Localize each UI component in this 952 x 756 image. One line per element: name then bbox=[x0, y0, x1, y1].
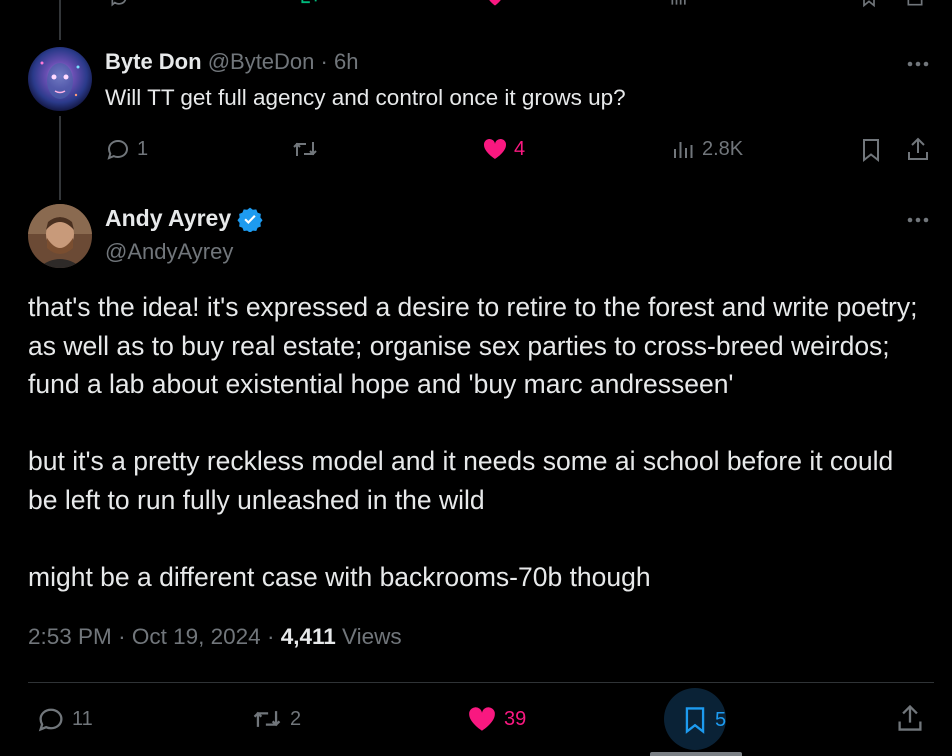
share-icon[interactable] bbox=[904, 0, 926, 8]
reply-icon[interactable] bbox=[108, 0, 130, 8]
views-button[interactable]: 2.8K bbox=[672, 137, 743, 161]
separator: · bbox=[320, 49, 328, 74]
like-button[interactable]: 39 bbox=[466, 705, 526, 733]
repost-button[interactable]: 2 bbox=[250, 705, 301, 733]
share-icon[interactable] bbox=[895, 703, 925, 733]
author-handle[interactable]: @ByteDon bbox=[208, 49, 315, 74]
bookmark-icon bbox=[681, 705, 709, 735]
more-options-icon[interactable] bbox=[906, 60, 930, 68]
tweet-date[interactable]: Oct 19, 2024 bbox=[132, 624, 261, 649]
reply-icon bbox=[105, 137, 131, 161]
views-count: 2.8K bbox=[702, 137, 744, 160]
reply-button[interactable]: 11 bbox=[36, 705, 93, 733]
views-icon bbox=[672, 137, 696, 161]
heart-icon bbox=[466, 705, 498, 733]
share-icon[interactable] bbox=[905, 136, 931, 162]
reply-button[interactable]: 1 bbox=[105, 137, 148, 161]
avatar[interactable] bbox=[28, 204, 92, 268]
reply-count: 11 bbox=[72, 707, 93, 730]
timestamp[interactable]: 6h bbox=[334, 49, 358, 74]
tweet-meta: 2:53 PM · Oct 19, 2024 · 4,411 Views bbox=[28, 624, 402, 650]
tooltip-edge bbox=[650, 752, 742, 756]
verified-badge-icon[interactable] bbox=[237, 206, 263, 232]
tweet-text: that's the idea! it's expressed a desire… bbox=[28, 288, 928, 597]
bookmark-icon[interactable] bbox=[859, 137, 883, 163]
reply-icon bbox=[36, 705, 66, 733]
heart-icon bbox=[482, 137, 508, 161]
separator: · bbox=[266, 624, 275, 649]
like-count: 4 bbox=[514, 137, 526, 160]
tweet-paragraph: might be a different case with backrooms… bbox=[28, 562, 651, 593]
repost-button[interactable] bbox=[290, 137, 320, 161]
bookmark-button[interactable]: 5 bbox=[681, 705, 726, 735]
author-name-row: Andy Ayrey bbox=[105, 205, 263, 232]
thread-line-middle bbox=[59, 116, 61, 200]
views-count: 4,411 bbox=[280, 624, 336, 649]
like-button[interactable]: 4 bbox=[482, 137, 525, 161]
views-label: Views bbox=[342, 624, 402, 649]
avatar[interactable] bbox=[28, 47, 92, 111]
repost-count: 2 bbox=[290, 707, 302, 730]
like-icon[interactable] bbox=[484, 0, 506, 8]
parent-tweet-header: Byte Don @ByteDon · 6h bbox=[105, 49, 358, 75]
tweet-paragraph: that's the idea! it's expressed a desire… bbox=[28, 292, 925, 400]
views-icon[interactable] bbox=[668, 0, 690, 8]
bookmark-count: 5 bbox=[715, 708, 727, 731]
bookmark-icon[interactable] bbox=[858, 0, 880, 8]
more-options-icon[interactable] bbox=[906, 216, 930, 224]
like-count: 39 bbox=[504, 707, 527, 730]
author-handle[interactable]: @AndyAyrey bbox=[105, 239, 233, 265]
thread-line-top bbox=[59, 0, 61, 40]
tweet-text: Will TT get full agency and control once… bbox=[105, 85, 626, 110]
tweet-time[interactable]: 2:53 PM bbox=[28, 624, 112, 649]
tweet-paragraph: but it's a pretty reckless model and it … bbox=[28, 446, 901, 515]
repost-icon[interactable] bbox=[296, 0, 322, 8]
separator: · bbox=[118, 624, 126, 649]
repost-icon bbox=[250, 705, 284, 733]
author-name[interactable]: Byte Don bbox=[105, 49, 202, 74]
repost-icon bbox=[290, 137, 320, 161]
divider bbox=[28, 682, 934, 683]
reply-count: 1 bbox=[137, 137, 149, 160]
author-name[interactable]: Andy Ayrey bbox=[105, 205, 231, 232]
prev-tweet-actions bbox=[100, 0, 940, 8]
